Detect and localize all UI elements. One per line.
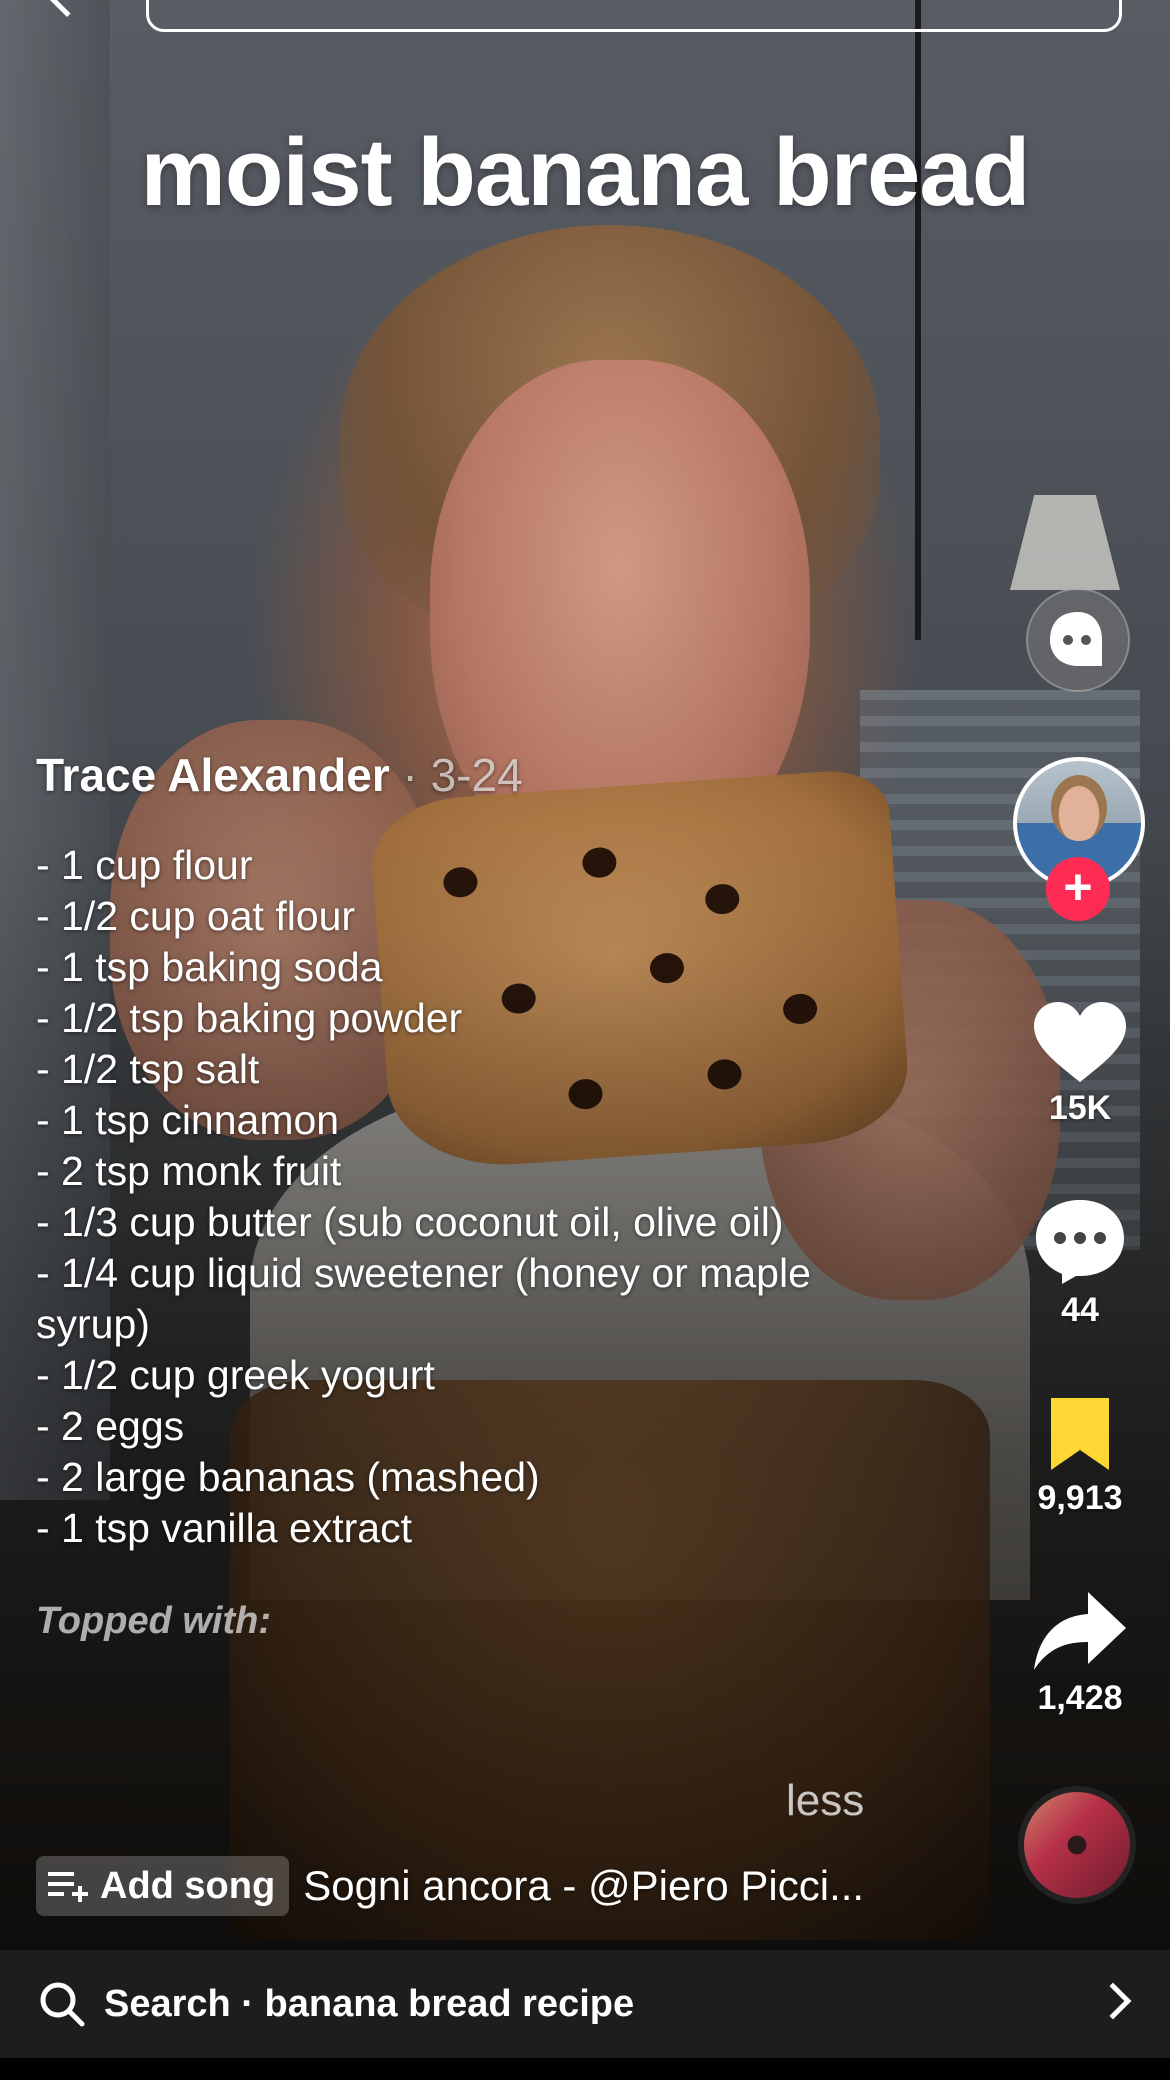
video-lamp bbox=[1010, 495, 1120, 590]
share-icon bbox=[1034, 1592, 1126, 1670]
avatar-photo bbox=[1051, 775, 1107, 841]
author-name[interactable]: Trace Alexander bbox=[36, 749, 390, 801]
video-caption-overlay: moist banana bread bbox=[140, 119, 1031, 226]
list-item: - 2 tsp monk fruit bbox=[36, 1148, 342, 1194]
topped-with-label: Topped with: bbox=[36, 1600, 271, 1642]
list-item: - 2 eggs bbox=[36, 1403, 185, 1449]
bottom-search-bar[interactable]: Search · banana bread recipe bbox=[0, 1950, 1170, 2058]
bottom-search-label: Search · banana bread recipe bbox=[104, 1982, 635, 2025]
add-song-label: Add song bbox=[100, 1864, 276, 1907]
author-line: Trace Alexander · 3-24 bbox=[36, 748, 916, 802]
share-count: 1,428 bbox=[1037, 1679, 1123, 1717]
comment-count: 44 bbox=[1061, 1291, 1099, 1329]
like-button[interactable]: 15K bbox=[1022, 1000, 1138, 1128]
bookmark-button[interactable]: 9,913 bbox=[1022, 1394, 1138, 1518]
heart-icon bbox=[1034, 1002, 1126, 1082]
comment-icon bbox=[1036, 1200, 1124, 1284]
video-person-hair bbox=[340, 225, 880, 645]
top-search-input[interactable] bbox=[146, 0, 1122, 32]
search-icon bbox=[40, 1982, 85, 2027]
music-row: Add song Sogni ancora - @Piero Picci... bbox=[36, 1856, 864, 1916]
video-feed[interactable]: moist banana bread + 15K 44 9,913 1,428 … bbox=[0, 0, 1170, 2080]
list-item: - 1 tsp cinnamon bbox=[36, 1097, 340, 1143]
ai-assistant-button[interactable] bbox=[1026, 588, 1130, 692]
video-description: Trace Alexander · 3-24 - 1 cup flour - 1… bbox=[36, 748, 916, 1643]
home-indicator-strip bbox=[0, 2058, 1170, 2080]
list-item: - 1/2 cup greek yogurt bbox=[36, 1352, 435, 1398]
list-item: - 1 tsp vanilla extract bbox=[36, 1505, 412, 1551]
share-button[interactable]: 1,428 bbox=[1022, 1590, 1138, 1718]
back-icon[interactable] bbox=[42, 0, 92, 18]
ai-assistant-icon bbox=[1050, 612, 1102, 666]
show-less-button[interactable]: less bbox=[786, 1776, 864, 1826]
list-item: - 1/2 tsp baking powder bbox=[36, 995, 463, 1041]
list-item: - 1/4 cup liquid sweetener (honey or map… bbox=[36, 1250, 811, 1347]
chevron-right-icon bbox=[1094, 1982, 1132, 2020]
follow-button[interactable]: + bbox=[1046, 857, 1110, 921]
list-item: - 1/3 cup butter (sub coconut oil, olive… bbox=[36, 1199, 784, 1245]
bookmark-icon bbox=[1051, 1398, 1109, 1470]
save-count: 9,913 bbox=[1037, 1479, 1123, 1517]
comment-button[interactable]: 44 bbox=[1022, 1196, 1138, 1330]
ingredient-list: - 1 cup flour - 1/2 cup oat flour - 1 ts… bbox=[36, 840, 916, 1554]
add-song-icon bbox=[48, 1872, 88, 1902]
list-item: - 1 cup flour bbox=[36, 842, 253, 888]
list-item: - 1/2 tsp salt bbox=[36, 1046, 260, 1092]
song-title[interactable]: Sogni ancora - @Piero Picci... bbox=[303, 1862, 864, 1910]
music-disc[interactable] bbox=[1018, 1786, 1136, 1904]
list-item: - 1/2 cup oat flour bbox=[36, 893, 356, 939]
video-chandelier bbox=[915, 0, 921, 640]
add-song-button[interactable]: Add song bbox=[36, 1856, 290, 1916]
like-count: 15K bbox=[1048, 1089, 1112, 1127]
post-date: · 3-24 bbox=[389, 749, 523, 801]
list-item: - 2 large bananas (mashed) bbox=[36, 1454, 540, 1500]
list-item: - 1 tsp baking soda bbox=[36, 944, 383, 990]
